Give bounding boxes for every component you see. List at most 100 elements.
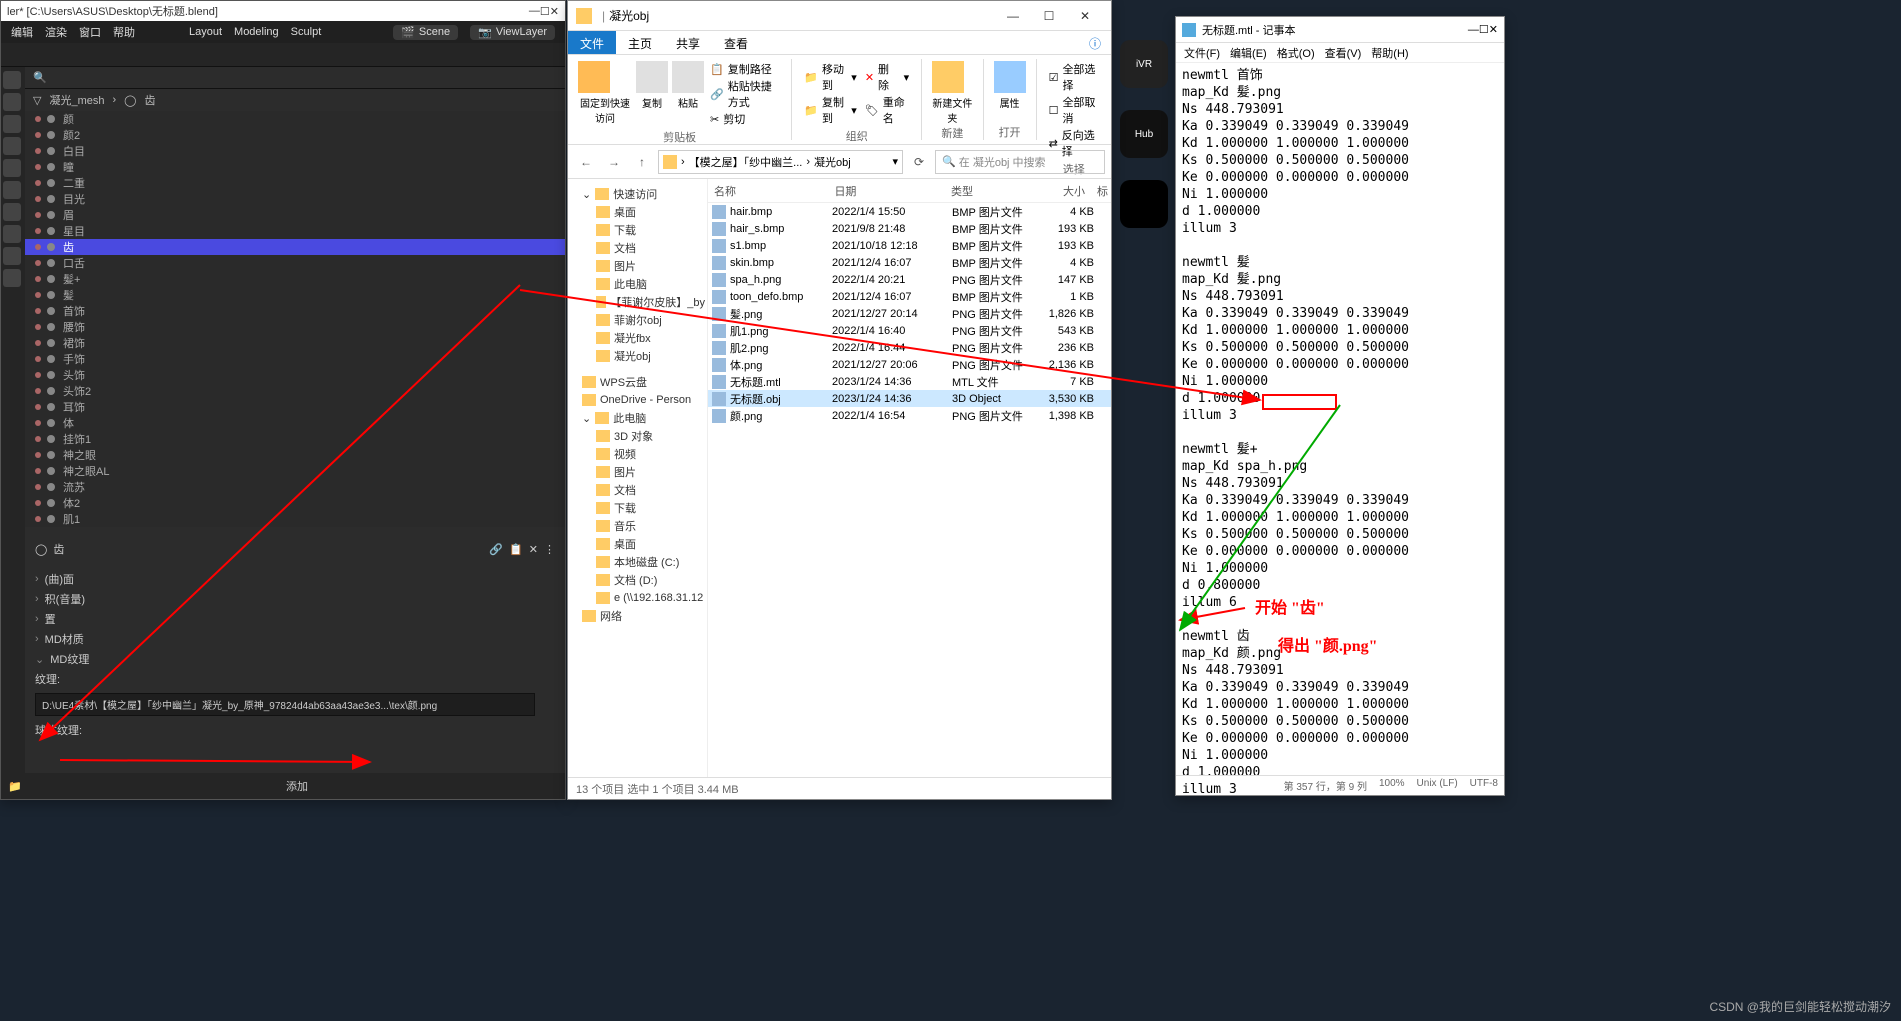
- outliner-item[interactable]: 目光: [25, 191, 565, 207]
- file-row[interactable]: 体.png2021/12/27 20:06PNG 图片文件2,136 KB: [708, 356, 1111, 373]
- tree-node[interactable]: ⌄ 此电脑: [570, 409, 705, 427]
- add-button[interactable]: 添加: [29, 778, 565, 794]
- prop-row[interactable]: ›积(音量): [35, 589, 555, 609]
- address-bar[interactable]: ›【模之屋】「纱中幽兰... ›凝光obj ▾: [658, 150, 903, 174]
- paste-shortcut[interactable]: 🔗粘贴快捷方式: [710, 78, 779, 110]
- refresh-button[interactable]: ⟳: [907, 150, 931, 174]
- file-row[interactable]: 肌2.png2022/1/4 16:44PNG 图片文件236 KB: [708, 339, 1111, 356]
- tree-node[interactable]: 文档 (D:): [570, 571, 705, 589]
- tab-file[interactable]: 文件: [568, 31, 616, 54]
- folder-tree[interactable]: ⌄ 快速访问桌面下载文档图片此电脑【菲谢尔皮肤】_by菲谢尔obj凝光fbx凝光…: [568, 179, 708, 777]
- tree-node[interactable]: ⌄ 快速访问: [570, 185, 705, 203]
- paste-icon[interactable]: [672, 61, 704, 93]
- tree-node[interactable]: 此电脑: [570, 275, 705, 293]
- prop-row[interactable]: ›(曲)面: [35, 569, 555, 589]
- tree-node[interactable]: 本地磁盘 (C:): [570, 553, 705, 571]
- menu-item[interactable]: 渲染: [45, 24, 67, 40]
- outliner-item[interactable]: 髪+: [25, 271, 565, 287]
- outliner-item[interactable]: 耳饰: [25, 399, 565, 415]
- file-row[interactable]: hair_s.bmp2021/9/8 21:48BMP 图片文件193 KB: [708, 220, 1111, 237]
- tree-node[interactable]: 菲谢尔obj: [570, 311, 705, 329]
- folder-icon[interactable]: 📁: [1, 780, 29, 793]
- back-button[interactable]: ←: [574, 150, 598, 174]
- minimize-button[interactable]: —: [529, 5, 540, 17]
- forward-button[interactable]: →: [602, 150, 626, 174]
- menu-help[interactable]: 帮助(H): [1367, 43, 1412, 62]
- file-row[interactable]: hair.bmp2022/1/4 15:50BMP 图片文件4 KB: [708, 203, 1111, 220]
- minimize-button[interactable]: —: [995, 3, 1031, 29]
- file-row[interactable]: 颜.png2022/1/4 16:54PNG 图片文件1,398 KB: [708, 407, 1111, 424]
- tab-share[interactable]: 共享: [664, 31, 712, 54]
- up-button[interactable]: ↑: [630, 150, 654, 174]
- outliner-item[interactable]: 星目: [25, 223, 565, 239]
- copy-icon[interactable]: [636, 61, 668, 93]
- maximize-button[interactable]: ☐: [1479, 23, 1489, 36]
- explorer-titlebar[interactable]: | 凝光obj — ☐ ✕: [568, 1, 1111, 31]
- outliner-search[interactable]: 🔍: [25, 67, 565, 89]
- tree-node[interactable]: 文档: [570, 239, 705, 257]
- texture-path-field[interactable]: D:\UE4素材\【模之屋】「纱中幽兰」凝光_by_原神_97824d4ab63…: [35, 693, 535, 716]
- file-row[interactable]: skin.bmp2021/12/4 16:07BMP 图片文件4 KB: [708, 254, 1111, 271]
- tool-icon[interactable]: [3, 269, 21, 287]
- menu-format[interactable]: 格式(O): [1273, 43, 1319, 62]
- tree-node[interactable]: OneDrive - Person: [570, 391, 705, 409]
- new-folder-icon[interactable]: [932, 61, 964, 93]
- column-headers[interactable]: 名称 日期 类型 大小 标: [708, 179, 1111, 203]
- search-input[interactable]: 🔍 在 凝光obj 中搜索: [935, 150, 1105, 174]
- file-row[interactable]: toon_defo.bmp2021/12/4 16:07BMP 图片文件1 KB: [708, 288, 1111, 305]
- outliner-item[interactable]: 二重: [25, 175, 565, 191]
- file-row[interactable]: 无标题.mtl2023/1/24 14:36MTL 文件7 KB: [708, 373, 1111, 390]
- outliner-item[interactable]: 神之眼AL: [25, 463, 565, 479]
- tree-node[interactable]: 视频: [570, 445, 705, 463]
- maximize-button[interactable]: ☐: [540, 5, 550, 18]
- file-row[interactable]: spa_h.png2022/1/4 20:21PNG 图片文件147 KB: [708, 271, 1111, 288]
- prop-row[interactable]: ⌄MD纹理: [35, 649, 555, 669]
- blender-titlebar[interactable]: ler* [C:\Users\ASUS\Desktop\无标题.blend] —…: [1, 1, 565, 21]
- tree-node[interactable]: 凝光obj: [570, 347, 705, 365]
- copy-to[interactable]: 📁复制到▾: [804, 94, 856, 126]
- copy-path[interactable]: 📋复制路径: [710, 61, 779, 77]
- notepad-titlebar[interactable]: 无标题.mtl - 记事本 — ☐ ✕: [1176, 17, 1504, 43]
- prop-row[interactable]: ›置: [35, 609, 555, 629]
- tree-node[interactable]: 文档: [570, 481, 705, 499]
- tree-node[interactable]: 网络: [570, 607, 705, 625]
- tool-icon[interactable]: [3, 93, 21, 111]
- file-row[interactable]: 髪.png2021/12/27 20:14PNG 图片文件1,826 KB: [708, 305, 1111, 322]
- viewlayer-selector[interactable]: 📷 ViewLayer: [470, 25, 555, 40]
- tree-node[interactable]: 下载: [570, 499, 705, 517]
- tool-icon[interactable]: [3, 115, 21, 133]
- help-icon[interactable]: ⓘ: [1079, 31, 1111, 54]
- menu-edit[interactable]: 编辑(E): [1226, 43, 1271, 62]
- copy-icon[interactable]: 📋: [509, 543, 523, 556]
- tool-icon[interactable]: [3, 181, 21, 199]
- file-row[interactable]: 肌1.png2022/1/4 16:40PNG 图片文件543 KB: [708, 322, 1111, 339]
- tree-node[interactable]: e (\\192.168.31.12: [570, 589, 705, 607]
- minimize-button[interactable]: —: [1468, 24, 1479, 36]
- tree-node[interactable]: 【菲谢尔皮肤】_by: [570, 293, 705, 311]
- tool-icon[interactable]: [3, 203, 21, 221]
- outliner-item[interactable]: 体: [25, 415, 565, 431]
- properties-icon[interactable]: [994, 61, 1026, 93]
- outliner-item[interactable]: 髪: [25, 287, 565, 303]
- outliner-item[interactable]: 瞳: [25, 159, 565, 175]
- maximize-button[interactable]: ☐: [1031, 3, 1067, 29]
- outliner-item[interactable]: 白目: [25, 143, 565, 159]
- outliner-item[interactable]: 首饰: [25, 303, 565, 319]
- tool-icon[interactable]: [3, 71, 21, 89]
- file-row[interactable]: s1.bmp2021/10/18 12:18BMP 图片文件193 KB: [708, 237, 1111, 254]
- outliner-item[interactable]: 齿: [25, 239, 565, 255]
- tree-node[interactable]: 桌面: [570, 203, 705, 221]
- tree-node[interactable]: 下载: [570, 221, 705, 239]
- outliner-item[interactable]: 手饰: [25, 351, 565, 367]
- outliner-item[interactable]: 肌1: [25, 511, 565, 527]
- breadcrumb-root[interactable]: 凝光_mesh: [49, 92, 104, 108]
- rename[interactable]: 🏷重命名: [865, 94, 909, 126]
- pin-icon[interactable]: [578, 61, 610, 93]
- tool-icon[interactable]: [3, 225, 21, 243]
- menu-item[interactable]: 帮助: [113, 24, 135, 40]
- close-button[interactable]: ✕: [1067, 3, 1103, 29]
- scene-selector[interactable]: 🎬 Scene: [393, 25, 458, 40]
- tree-node[interactable]: 图片: [570, 257, 705, 275]
- outliner-item[interactable]: 裙饰: [25, 335, 565, 351]
- cut[interactable]: ✂剪切: [710, 111, 779, 127]
